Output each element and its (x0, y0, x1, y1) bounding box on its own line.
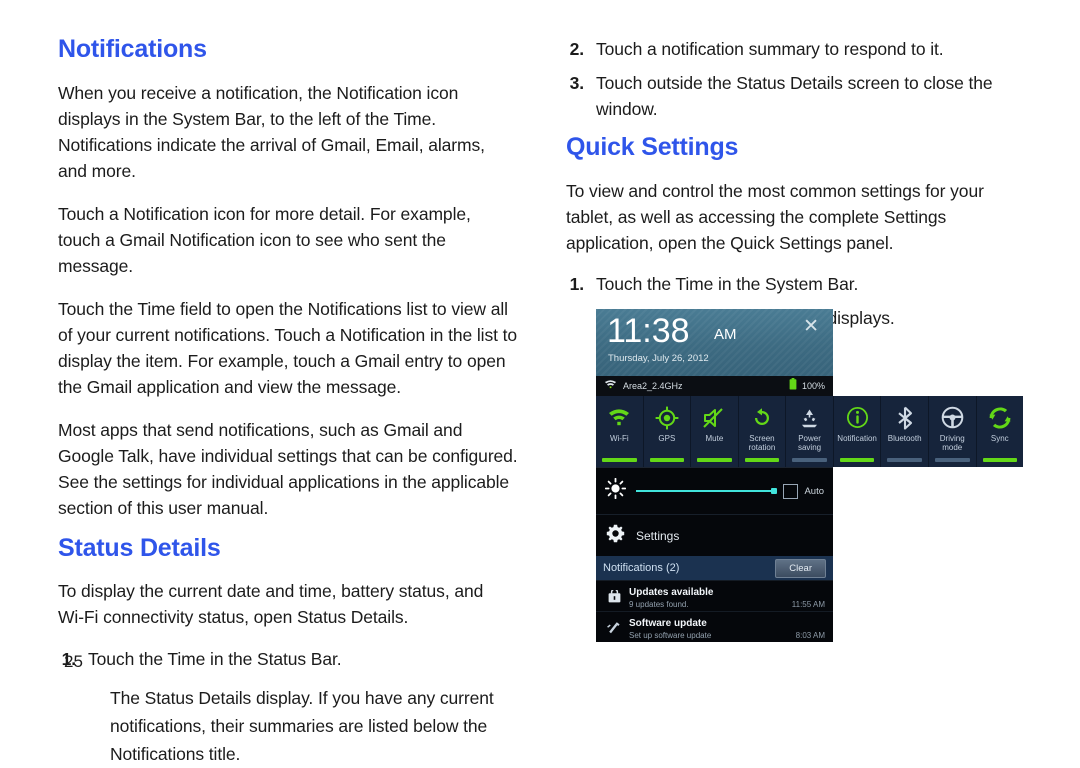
tile-state-bar (697, 458, 732, 462)
step-number: 2. (569, 39, 585, 59)
tile-label: Power saving (797, 434, 822, 452)
step-text: Touch a notification summary to respond … (596, 39, 944, 59)
tile-state-bar (744, 458, 780, 462)
tile-bluetooth[interactable]: Bluetooth (881, 396, 929, 467)
quick-settings-header: 11:38 AM Thursday, July 26, 2012 ✕ (596, 309, 833, 376)
status-details-step-2: 2. Touch a notification summary to respo… (566, 36, 1036, 62)
brightness-slider[interactable] (636, 488, 778, 494)
paragraph-notifications-3: Touch the Time field to open the Notific… (58, 298, 518, 397)
heading-quick-settings: Quick Settings (566, 133, 739, 161)
status-details-step-3: 3. Touch outside the Status Details scre… (566, 70, 1016, 122)
settings-row[interactable]: Settings (596, 514, 833, 556)
status-details-step-1-sub: The Status Details display. If you have … (110, 688, 494, 764)
tile-state-bar (839, 458, 875, 462)
page-number: 25 (64, 652, 83, 671)
brightness-row: Auto (596, 467, 833, 514)
step-text: Touch the Time in the Status Bar. (88, 649, 342, 669)
heading-notifications: Notifications (58, 35, 207, 63)
tile-state-bar (649, 458, 685, 462)
clock-time: 11:38 (607, 312, 690, 350)
wifi-icon (604, 377, 617, 395)
tile-label: Sync (990, 434, 1009, 443)
paragraph-notifications-4: Most apps that send notifications, such … (58, 419, 518, 518)
step-text: Touch outside the Status Details screen … (596, 73, 993, 119)
tile-state-bar (602, 458, 637, 462)
gps-icon (655, 404, 679, 431)
quick-settings-step-1: 1. Touch the Time in the System Bar. (566, 271, 1036, 297)
notification-list-item[interactable]: Software update Set up software update 8… (596, 611, 833, 642)
driving-mode-icon (941, 404, 964, 431)
sync-icon (989, 404, 1011, 431)
tile-state-bar (934, 458, 970, 462)
step-number: 3. (569, 73, 585, 93)
auto-brightness-checkbox[interactable] (783, 483, 799, 499)
paragraph-notifications-2: Touch a Notification icon for more detai… (58, 203, 471, 276)
manual-page: Notifications When you receive a notific… (0, 0, 1080, 764)
right-column: 2. Touch a notification summary to respo… (566, 0, 1036, 332)
tile-state-bar (982, 458, 1018, 462)
paragraph-notifications-1: When you receive a notification, the Not… (58, 82, 485, 181)
tile-label: GPS (658, 434, 676, 443)
tile-state-bar (887, 458, 922, 462)
tile-label: Driving mode (939, 434, 965, 452)
tile-notification[interactable]: Notification (833, 396, 882, 467)
notification-time: 11:55 AM (791, 600, 825, 609)
notification-time: 8:03 AM (795, 631, 825, 640)
battery-icon (789, 377, 797, 395)
tile-power-saving[interactable]: Power saving (786, 396, 834, 467)
screen-rotation-icon (751, 404, 773, 431)
heading-status-details: Status Details (58, 533, 221, 562)
mute-icon (702, 404, 726, 431)
tile-wifi[interactable]: Wi-Fi (596, 396, 644, 467)
auto-brightness-label: Auto (804, 485, 824, 497)
tile-screen-rotation[interactable]: Screen rotation (738, 396, 787, 467)
left-column: Notifications When you receive a notific… (58, 0, 528, 768)
wifi-icon (607, 404, 631, 431)
status-bar: Area2_2.4GHz 100% (596, 376, 833, 396)
power-saving-icon (798, 404, 821, 431)
quick-settings-screenshot-figure: 11:38 AM Thursday, July 26, 2012 ✕ Area2… (596, 309, 1024, 642)
gear-icon (606, 524, 625, 548)
status-details-step-1: 1. Touch the Time in the Status Bar. (58, 646, 528, 672)
clock-date: Thursday, July 26, 2012 (608, 353, 709, 364)
step-text: Touch the Time in the System Bar. (596, 273, 859, 294)
tile-mute[interactable]: Mute (691, 396, 739, 467)
notification-title: Software update (629, 618, 707, 629)
notifications-header: Notifications (2) Clear (596, 556, 833, 580)
wifi-ssid: Area2_2.4GHz (623, 381, 683, 391)
updates-icon (604, 589, 624, 603)
settings-label: Settings (636, 528, 680, 543)
tile-sync[interactable]: Sync (976, 396, 1024, 467)
tile-state-bar (792, 458, 827, 462)
quick-settings-tiles: Wi-Fi GPS Mute Screen rotation Power sav… (596, 396, 1024, 467)
clock-ampm: AM (714, 326, 737, 343)
notification-text: Updates available 9 updates found. (629, 582, 792, 610)
notification-text: Software update Set up software update (629, 613, 796, 641)
paragraph-quick-settings-1: To view and control the most common sett… (566, 180, 984, 253)
bluetooth-icon (895, 404, 915, 431)
step-number: 1. (569, 273, 585, 294)
tile-label: Wi-Fi (609, 434, 629, 443)
notification-title: Updates available (629, 587, 714, 598)
paragraph-status-details-1: To display the current date and time, ba… (58, 581, 484, 627)
notifications-title: Notifications (2) (603, 562, 680, 574)
battery-level: 100% (801, 381, 825, 391)
tile-driving-mode[interactable]: Driving mode (928, 396, 977, 467)
notification-subtitle: Set up software update (629, 631, 712, 640)
notification-list-item[interactable]: Updates available 9 updates found. 11:55… (596, 580, 833, 611)
notification-subtitle: 9 updates found. (629, 600, 689, 609)
clear-notifications-button[interactable]: Clear (775, 558, 826, 578)
software-update-icon (604, 621, 624, 634)
notification-icon (846, 404, 869, 431)
close-icon[interactable]: ✕ (803, 317, 819, 336)
tile-gps[interactable]: GPS (643, 396, 692, 467)
tile-label: Notification (837, 434, 877, 443)
brightness-icon (604, 477, 627, 504)
tile-label: Mute (705, 434, 724, 443)
brightness-slider-knob[interactable] (771, 488, 778, 494)
tile-label: Screen rotation (748, 434, 776, 452)
tile-label: Bluetooth (887, 434, 922, 443)
